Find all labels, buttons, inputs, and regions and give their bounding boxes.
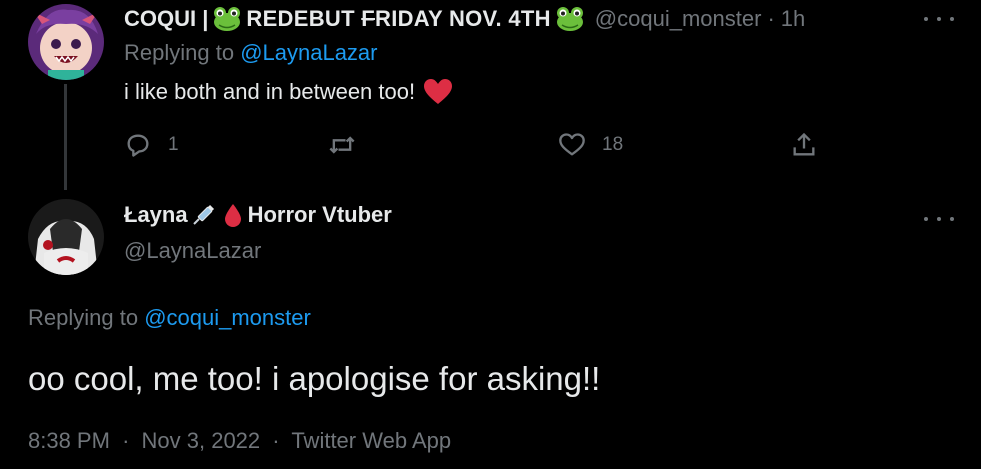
tweet1-handle[interactable]: @coqui_monster [595, 6, 762, 32]
reply-icon [127, 134, 149, 157]
tweet1-replying-to: Replying to @LaynaLazar [124, 40, 378, 66]
frog-emoji-icon [214, 7, 241, 31]
replying-mention-link[interactable]: @coqui_monster [144, 305, 311, 330]
like-count: 18 [602, 134, 624, 155]
more-icon[interactable] [924, 214, 954, 224]
layna-avatar[interactable] [28, 199, 104, 275]
share-icon [793, 132, 815, 156]
replying-label: Replying to [28, 305, 145, 330]
replying-label: Replying to [124, 40, 241, 65]
reply-count: 1 [168, 134, 179, 155]
blood-drop-emoji-icon [224, 204, 241, 227]
tweet2-name-suffix: Horror Vtuber [247, 202, 392, 227]
tweet2-time[interactable]: 8:38 PM [28, 428, 110, 453]
syringe-emoji-icon [192, 204, 214, 225]
tweet2-meta: 8:38 PM · Nov 3, 2022 · Twitter Web App [28, 428, 451, 454]
coqui-avatar[interactable] [28, 4, 104, 80]
tweet1-name-event: REDEBUT FRIDAY NOV. 4TH [246, 6, 551, 31]
time-separator: · [767, 6, 775, 31]
tweet2-text: oo cool, me too! i apologise for asking!… [28, 360, 601, 397]
tweet1-text: i like both and in between too! [124, 79, 416, 104]
reply-button[interactable]: 1 [124, 128, 179, 162]
tweet2-date[interactable]: Nov 3, 2022 [142, 428, 261, 453]
frog-emoji-icon [556, 7, 583, 31]
more-icon[interactable] [924, 14, 954, 24]
retweet-icon [329, 136, 355, 154]
tweet1-body: i like both and in between too! [124, 78, 453, 106]
tweet2-header: Łayna Horror Vtuber [124, 202, 392, 228]
meta-separator: · [272, 428, 280, 453]
retweet-button[interactable] [328, 128, 356, 162]
replying-mention-link[interactable]: @LaynaLazar [240, 40, 377, 65]
like-button[interactable]: 18 [558, 128, 623, 162]
tweet1-display-name[interactable]: COQUI | [124, 6, 208, 32]
tweet-thread: COQUI | REDEBUT FRIDAY NOV. 4TH @coqui_m… [0, 0, 981, 469]
tweet1-header: COQUI | REDEBUT FRIDAY NOV. 4TH @coqui_m… [124, 4, 805, 34]
like-icon [559, 133, 585, 156]
tweet2-display-name[interactable]: Łayna [124, 202, 188, 228]
share-button[interactable] [790, 128, 818, 162]
tweet2-replying-to: Replying to @coqui_monster [28, 305, 311, 331]
tweet1-actions: 1 18 [124, 128, 824, 162]
heart-emoji-icon [424, 79, 453, 104]
meta-separator: · [122, 428, 130, 453]
tweet2-handle[interactable]: @LaynaLazar [124, 238, 261, 264]
thread-connector [64, 84, 67, 190]
tweet2-source[interactable]: Twitter Web App [291, 428, 451, 453]
tweet1-time[interactable]: 1h [781, 6, 805, 32]
